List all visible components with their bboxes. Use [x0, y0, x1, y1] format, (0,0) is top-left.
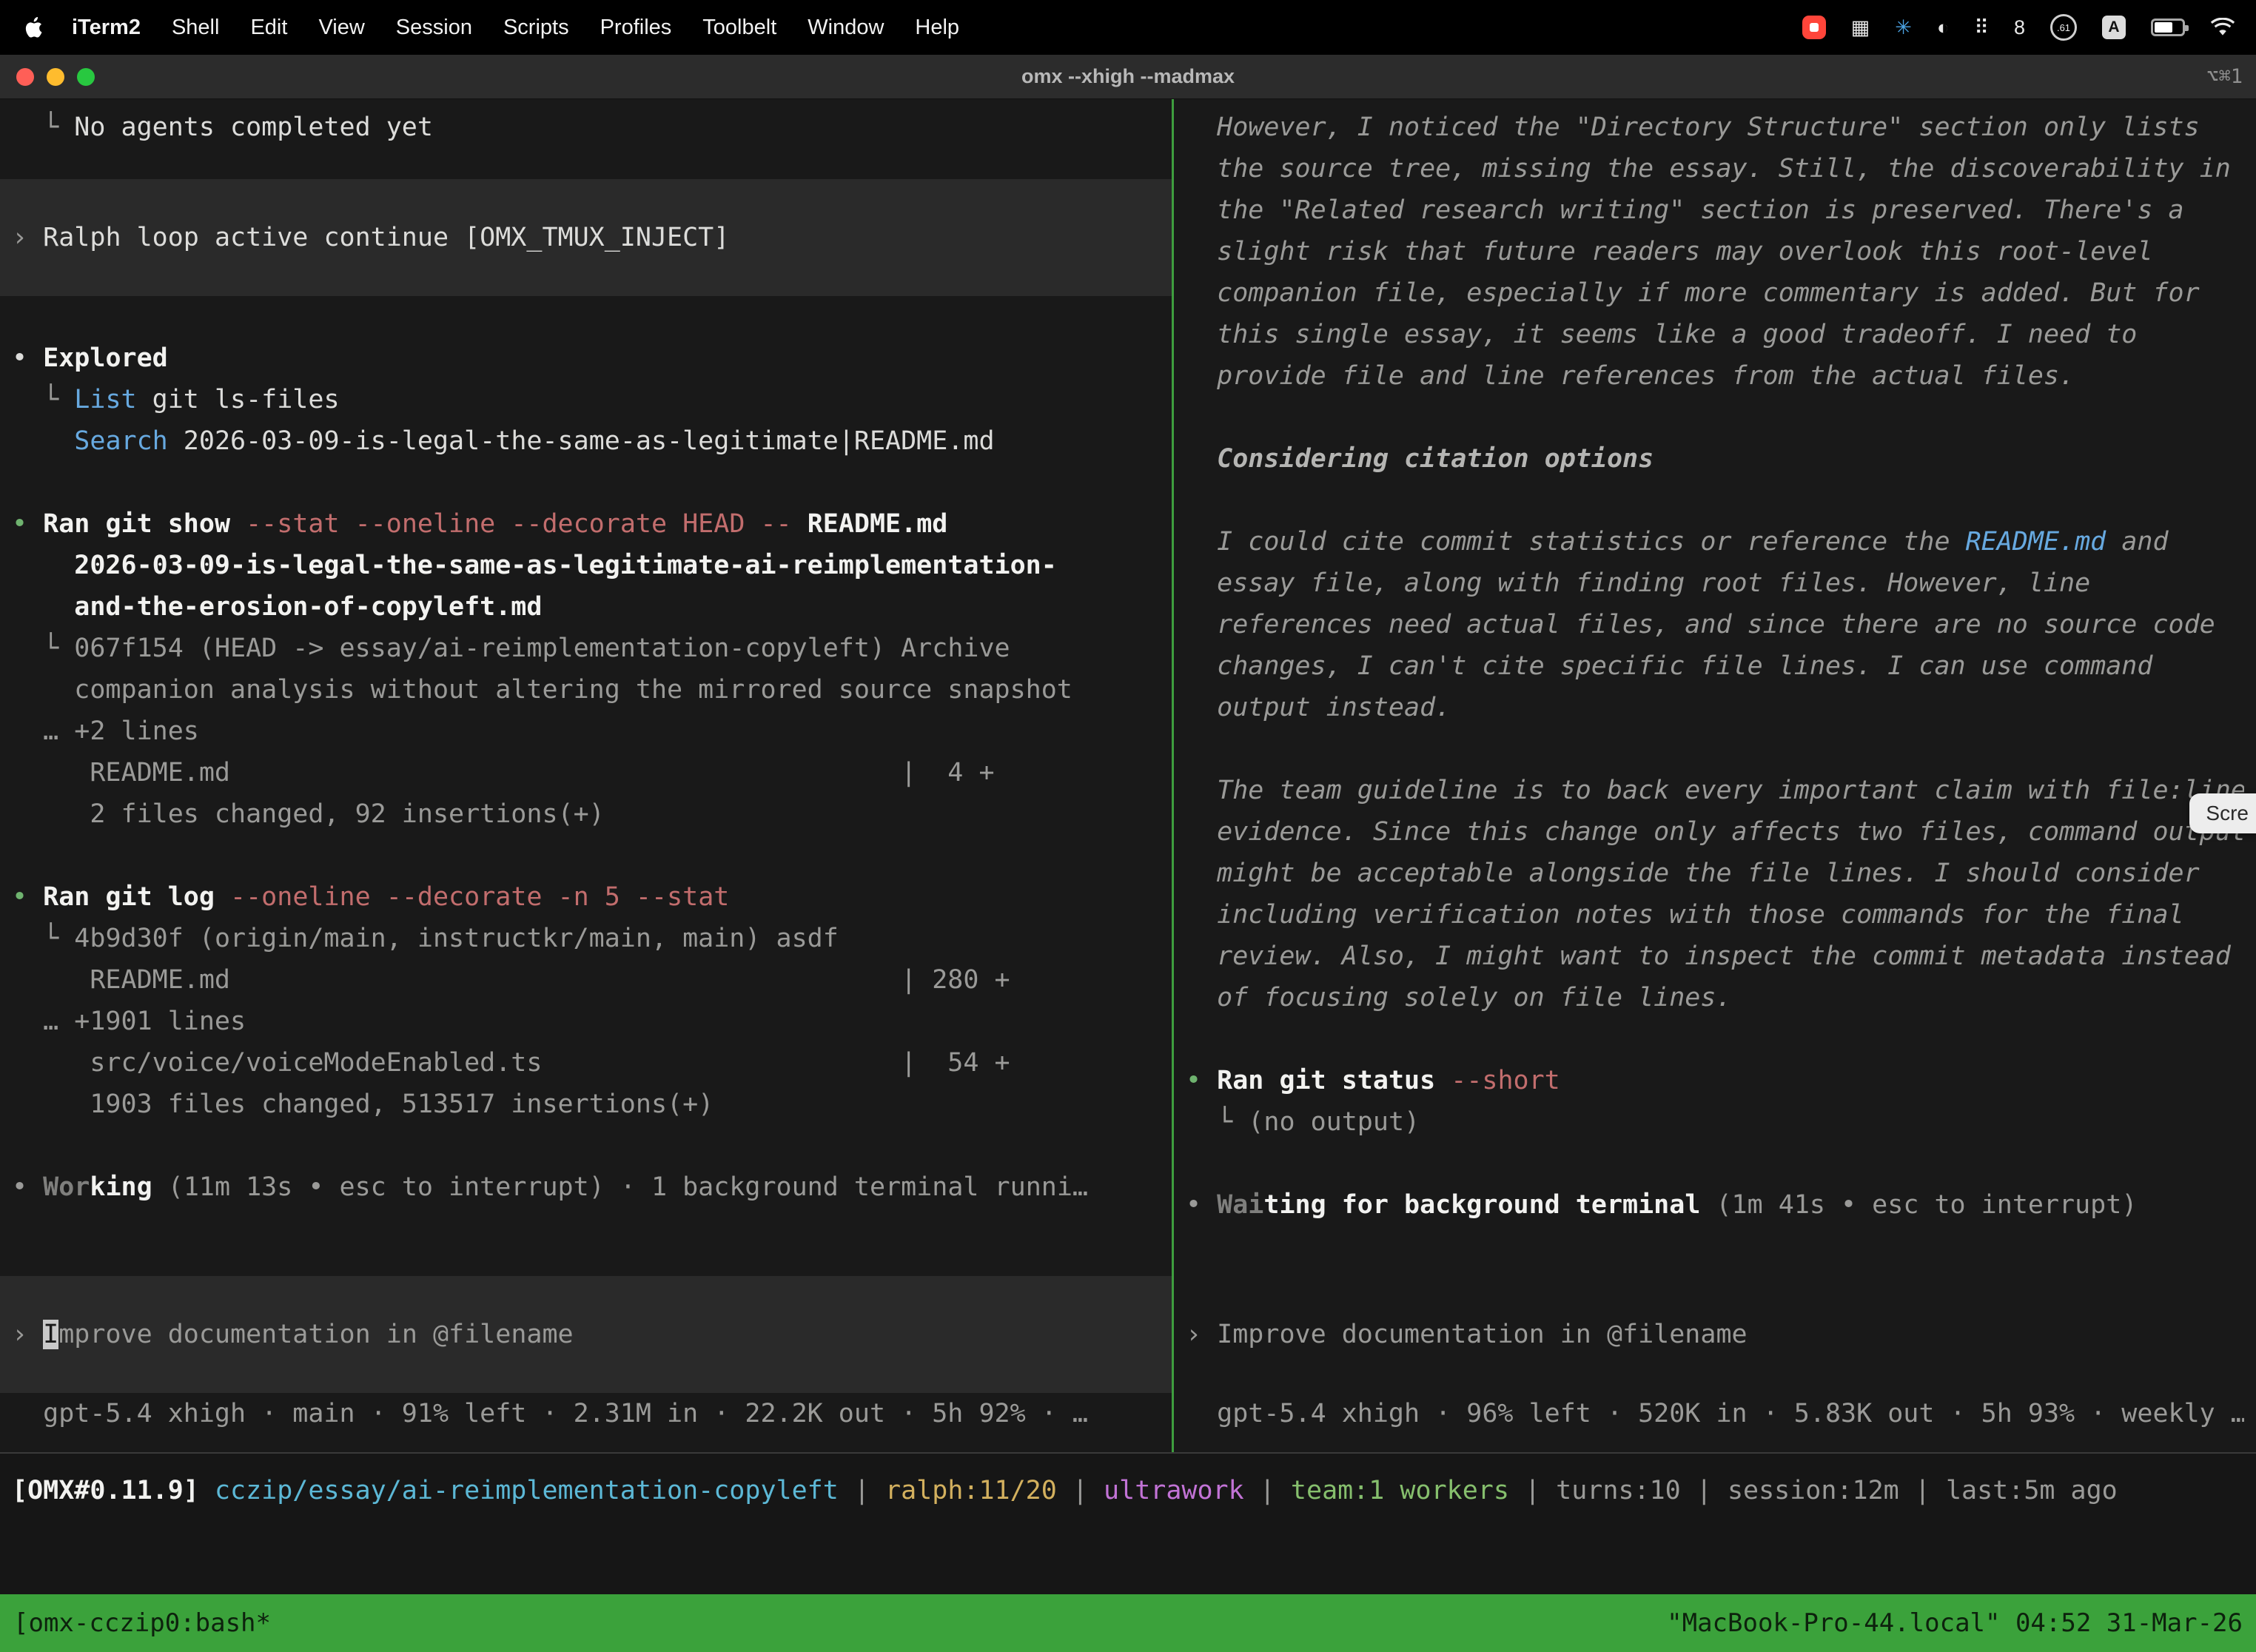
left-terminal-pane[interactable]: └ No agents completed yet › Ralph loop ac… [0, 99, 1172, 1452]
terminal-line [1186, 480, 2244, 521]
terminal-line [1186, 1143, 2244, 1184]
terminal-line: this single essay, it seems like a good … [1186, 314, 2244, 355]
terminal-line: The team guideline is to back every impo… [1186, 770, 2244, 811]
omx-status-line: [OMX#0.11.9] cczip/essay/ai-reimplementa… [12, 1470, 2244, 1511]
terminal-line: provide file and line references from th… [1186, 355, 2244, 397]
left-pane-scrollback: └ No agents completed yet› Ralph loop ac… [12, 99, 1160, 1208]
keypad-icon[interactable]: ⠿ [1974, 16, 1989, 39]
menu-item-scripts[interactable]: Scripts [488, 16, 585, 40]
terminal-line: I could cite commit statistics or refere… [1186, 521, 2244, 563]
terminal-line: and-the-erosion-of-copyleft.md [12, 586, 1160, 628]
terminal-line [1186, 397, 2244, 438]
terminal-line: the "Related research writing" section i… [1186, 189, 2244, 231]
terminal-line: changes, I can't cite specific file line… [1186, 645, 2244, 687]
macos-menu-bar: iTerm2 Shell Edit View Session Scripts P… [0, 0, 2256, 55]
terminal-line: Considering citation options [1186, 438, 2244, 480]
terminal-line: • Working (11m 13s • esc to interrupt) ·… [12, 1166, 1160, 1208]
apple-menu[interactable] [21, 16, 46, 38]
close-button[interactable] [16, 68, 34, 86]
terminal-line: 1903 files changed, 513517 insertions(+) [12, 1084, 1160, 1125]
terminal-line: └ (no output) [1186, 1101, 2244, 1143]
zoom-button[interactable] [77, 68, 95, 86]
terminal-line: 2026-03-09-is-legal-the-same-as-legitima… [12, 545, 1160, 586]
terminal-line: essay file, along with finding root file… [1186, 563, 2244, 604]
left-model-status-line: gpt-5.4 xhigh · main · 91% left · 2.31M … [12, 1393, 1160, 1434]
menu-item-toolbelt[interactable]: Toolbelt [687, 16, 792, 40]
window-title: omx --xhigh --madmax [1021, 65, 1235, 88]
inject-banner: › Ralph loop active continue [OMX_TMUX_I… [0, 179, 1172, 296]
terminal-line: └ No agents completed yet [12, 107, 1160, 148]
terminal-line: including verification notes with those … [1186, 894, 2244, 936]
terminal-line: • Waiting for background terminal (1m 41… [1186, 1184, 2244, 1226]
input-source-icon[interactable]: A [2102, 16, 2126, 39]
terminal-line [12, 462, 1160, 503]
wifi-icon[interactable] [2210, 18, 2235, 37]
terminal-line: of focusing solely on file lines. [1186, 977, 2244, 1018]
terminal-line: src/voice/voiceModeEnabled.ts | 54 + [12, 1042, 1160, 1084]
terminal-line [1186, 728, 2244, 770]
battery-icon[interactable] [2151, 19, 2185, 36]
terminal-line: • Ran git log --oneline --decorate -n 5 … [12, 876, 1160, 918]
menu-item-iterm2[interactable]: iTerm2 [56, 16, 156, 40]
menu-item-help[interactable]: Help [899, 16, 975, 40]
terminal-line: └ 4b9d30f (origin/main, instructkr/main,… [12, 918, 1160, 959]
terminal-line [12, 1125, 1160, 1166]
menu-item-shell[interactable]: Shell [156, 16, 235, 40]
menu-item-edit[interactable]: Edit [235, 16, 303, 40]
screen-recording-indicator-icon[interactable] [1802, 16, 1826, 39]
right-model-status-line: gpt-5.4 xhigh · 96% left · 520K in · 5.8… [1186, 1393, 2244, 1434]
menu-item-window[interactable]: Window [792, 16, 899, 40]
terminal-line: However, I noticed the "Directory Struct… [1186, 107, 2244, 148]
minimize-button[interactable] [47, 68, 64, 86]
right-terminal-pane[interactable]: However, I noticed the "Directory Struct… [1174, 99, 2256, 1452]
terminal-line: … +1901 lines [12, 1001, 1160, 1042]
terminal-line: output instead. [1186, 687, 2244, 728]
terminal-line: └ List git ls-files [12, 379, 1160, 420]
terminal-line: … +2 lines [12, 711, 1160, 752]
terminal-line: companion analysis without altering the … [12, 669, 1160, 711]
terminal-line: might be acceptable alongside the file l… [1186, 853, 2244, 894]
window-title-bar: omx --xhigh --madmax ⌥⌘1 [0, 55, 2256, 99]
terminal-line: • Ran git show --stat --oneline --decora… [12, 503, 1160, 545]
right-pane-scrollback: However, I noticed the "Directory Struct… [1186, 99, 2244, 1226]
terminal-line: the source tree, missing the essay. Stil… [1186, 148, 2244, 189]
terminal-line: companion file, especially if more comme… [1186, 272, 2244, 314]
terminal-line [1186, 1018, 2244, 1060]
terminal-line: 2 files changed, 92 insertions(+) [12, 793, 1160, 835]
screen-sharing-pill[interactable]: Scre [2189, 793, 2256, 833]
terminal-line [12, 835, 1160, 876]
terminal-line: └ 067f154 (HEAD -> essay/ai-reimplementa… [12, 628, 1160, 669]
tmux-host-clock-label: "MacBook-Pro-44.local" 04:52 31-Mar-26 [1667, 1608, 2243, 1638]
tmux-session-label[interactable]: [omx-cczip0:bash* [13, 1608, 271, 1638]
terminal-line: • Ran git status --short [1186, 1060, 2244, 1101]
menu-item-session[interactable]: Session [380, 16, 488, 40]
loop-icon[interactable]: 8 [2014, 16, 2025, 39]
terminal-line: review. Also, I might want to inspect th… [1186, 936, 2244, 977]
right-prompt-input[interactable]: › Improve documentation in @filename [1174, 1276, 2256, 1393]
terminal-line [12, 296, 1160, 338]
terminal-window: └ No agents completed yet › Ralph loop ac… [0, 99, 2256, 1452]
tmux-status-bar: [omx-cczip0:bash* "MacBook-Pro-44.local"… [0, 1594, 2256, 1652]
terminal-line: references need actual files, and since … [1186, 604, 2244, 645]
terminal-line: evidence. Since this change only affects… [1186, 811, 2244, 853]
gauge-icon[interactable]: .61 [2050, 14, 2077, 41]
left-prompt-input[interactable]: › Improve documentation in @filename [0, 1276, 1172, 1393]
blue-app-icon[interactable]: ✳ [1895, 16, 1912, 39]
terminal-line: README.md | 4 + [12, 752, 1160, 793]
menu-item-profiles[interactable]: Profiles [585, 16, 688, 40]
terminal-line: slight risk that future readers may over… [1186, 231, 2244, 272]
omx-status-bar: [OMX#0.11.9] cczip/essay/ai-reimplementa… [0, 1452, 2256, 1594]
bento-grid-icon[interactable]: ▦ [1851, 16, 1870, 39]
menu-bar-status-icons: ▦ ✳ ◐ ⠿ 8 .61 A [1802, 14, 2235, 41]
traffic-lights [16, 55, 95, 99]
terminal-line: Search 2026-03-09-is-legal-the-same-as-l… [12, 420, 1160, 462]
terminal-line: README.md | 280 + [12, 959, 1160, 1001]
terminal-line: • Explored [12, 338, 1160, 379]
menu-item-view[interactable]: View [303, 16, 380, 40]
shield-icon[interactable]: ◐ [1937, 16, 1949, 39]
window-shortcut-badge: ⌥⌘1 [2206, 65, 2243, 88]
